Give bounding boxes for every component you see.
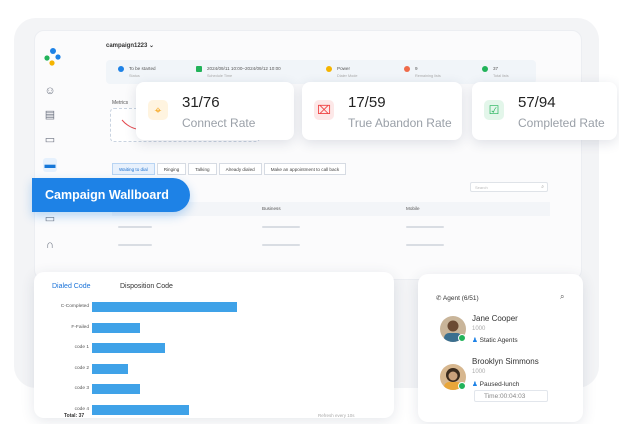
agent-name[interactable]: Brooklyn Simmons	[472, 357, 539, 366]
bar-label: code 4	[74, 406, 89, 412]
bar-label: code 3	[74, 386, 89, 391]
agent-status: ♟ Static Agents	[472, 337, 518, 344]
info-schedule: 2024/09/11 10:00–2024/09/12 10:00 Schedu…	[196, 66, 281, 78]
card-value: 57/94	[518, 94, 556, 111]
bar[interactable]	[92, 363, 129, 374]
total-count: Total: 37	[64, 413, 85, 419]
tab-disposition-code[interactable]: Disposition Code	[120, 283, 173, 290]
tab-already-dialed[interactable]: Already dialed	[218, 163, 262, 175]
bar-label: code 2	[74, 365, 89, 371]
search-icon: ⌕	[541, 184, 544, 190]
bar[interactable]	[92, 404, 189, 415]
info-total: 37 Total lists	[482, 66, 509, 78]
tab-appointment[interactable]: Make an appointment to call back	[263, 163, 347, 175]
column-mobile[interactable]: Mobile	[406, 206, 420, 211]
agent-search-icon[interactable]: ⌕	[560, 292, 564, 302]
status-tabs: Waiting to dial Ringing Talking Already …	[112, 163, 347, 175]
headset-icon[interactable]: ∩	[43, 238, 57, 252]
info-mode: Power Dialer Mode	[326, 66, 357, 78]
card-label: Connect Rate	[182, 116, 256, 130]
refresh-note: Refresh every 10s	[318, 413, 355, 418]
table-row	[406, 226, 444, 228]
card-value: 31/76	[182, 94, 220, 111]
connect-rate-card[interactable]: ⌖ 31/76 Connect Rate	[136, 82, 294, 140]
card-label: Completed Rate	[518, 116, 605, 130]
tab-waiting[interactable]: Waiting to dial	[112, 163, 155, 175]
abandon-rate-card[interactable]: ⌧ 17/59 True Abandon Rate	[302, 82, 462, 140]
info-status: To be started Status	[118, 66, 156, 78]
target-icon: ⌖	[148, 100, 168, 120]
users-icon[interactable]: ☺	[43, 84, 57, 98]
check-square-icon: ☑	[484, 100, 504, 120]
bar-label: code 1	[74, 345, 89, 350]
group-icon: ♟	[472, 337, 480, 344]
agent-id: 1000	[472, 326, 486, 332]
list-icon	[404, 66, 410, 72]
screen-icon[interactable]: ▭	[43, 212, 57, 226]
bar-label: C-Completed	[60, 304, 89, 309]
column-business[interactable]: Business	[262, 206, 281, 211]
bar[interactable]	[92, 343, 165, 353]
search-input[interactable]: ⌕ Search	[470, 182, 548, 192]
abandon-icon: ⌧	[314, 100, 334, 120]
status-dot-icon	[118, 66, 124, 72]
table-row	[262, 226, 300, 228]
bar[interactable]	[92, 384, 141, 394]
table-row	[118, 244, 152, 246]
card-value: 17/59	[348, 94, 386, 111]
bar[interactable]	[92, 302, 237, 312]
total-icon	[482, 66, 488, 72]
tab-ringing[interactable]: Ringing	[156, 163, 187, 175]
campaign-select[interactable]: campaign1223 ⌄	[106, 42, 154, 49]
bar[interactable]	[92, 322, 141, 333]
agent-name[interactable]: Jane Cooper	[472, 314, 518, 323]
card-label: True Abandon Rate	[348, 116, 452, 130]
phone-icon: ✆	[436, 295, 443, 302]
completed-rate-card[interactable]: ☑ 57/94 Completed Rate	[472, 82, 617, 140]
monitor-icon[interactable]: ▬	[43, 158, 57, 172]
pause-timer: Time:00:04:03	[474, 390, 548, 402]
online-status-icon	[458, 382, 466, 390]
campaign-info-bar	[106, 60, 536, 84]
metrics-label: Metrics	[112, 100, 129, 106]
logo-icon	[44, 48, 61, 66]
tab-dialed-code[interactable]: Dialed Code	[52, 283, 91, 290]
online-status-icon	[458, 334, 466, 342]
table-row	[406, 244, 444, 246]
tab-talking[interactable]: Talking	[188, 163, 217, 175]
power-icon	[326, 66, 332, 72]
table-row	[118, 226, 152, 228]
campaign-wallboard-label: Campaign Wallboard	[32, 178, 190, 212]
table-row	[262, 244, 300, 246]
chat-icon[interactable]: ▭	[43, 133, 57, 147]
agent-id: 1000	[472, 369, 486, 375]
document-icon[interactable]: ▤	[43, 108, 57, 122]
agent-title: ✆ Agent (6/51)	[436, 295, 479, 302]
calendar-icon	[196, 66, 202, 72]
bar-label: F-Failed	[71, 324, 89, 330]
group-icon: ♟	[472, 381, 480, 388]
info-remaining: 9 Remaining lists	[404, 66, 441, 78]
agent-status: ♟ Paused-lunch	[472, 381, 520, 388]
